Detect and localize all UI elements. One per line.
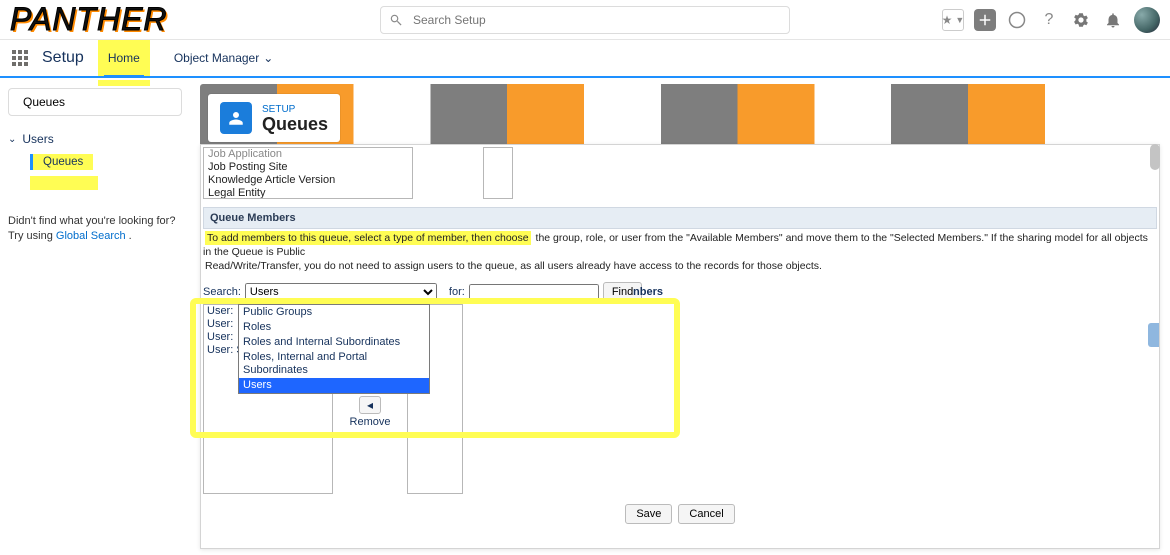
footer-buttons: Save Cancel [201,496,1159,534]
member-type-dropdown[interactable]: Public Groups Roles Roles and Internal S… [238,304,430,394]
tab-home[interactable]: Home [98,40,150,76]
section-queue-members: Queue Members [203,207,1157,229]
list-item[interactable]: Knowledge Article Version [204,174,412,187]
list-item[interactable]: Job Application [204,148,412,161]
list-item[interactable]: Legal Entity [204,187,412,199]
search-icon [389,13,403,27]
global-search-link[interactable]: Global Search [56,230,126,242]
queues-icon [220,102,252,134]
chevron-down-icon: ▼ [955,15,964,25]
not-found-line2a: Try using [8,230,56,242]
tree-node-users[interactable]: ⌄ Users [8,130,182,148]
scrollbar[interactable] [1148,144,1160,549]
tree-node-queues[interactable]: Queues [30,154,93,170]
salesforce-help-icon[interactable] [1006,9,1028,31]
list-item[interactable]: Job Posting Site [204,161,412,174]
setup-sidebar: ⌄ Users Queues Didn't find what you're l… [0,78,190,555]
chevron-down-icon: ⌄ [8,134,16,145]
selected-objects-list[interactable] [483,147,513,199]
context-bar: Setup Home Object Manager ⌄ [0,40,1170,78]
app-logo: PANTHER [10,1,168,38]
dropdown-option[interactable]: Roles, Internal and Portal Subordinates [239,350,429,378]
scroll-thumb[interactable] [1150,144,1160,170]
highlight-mark [30,176,98,190]
cancel-button[interactable]: Cancel [678,504,734,524]
add-icon[interactable] [974,9,996,31]
dropdown-option-selected[interactable]: Users [239,378,429,393]
dropdown-option[interactable]: Roles and Internal Subordinates [239,335,429,350]
tab-object-manager-label: Object Manager [174,51,259,65]
tree-node-queues-label: Queues [43,156,83,168]
quick-find[interactable] [8,88,182,116]
members-zone: User: User: User: User: Security Control… [203,304,1157,494]
help-icon[interactable]: ? [1038,9,1060,31]
main-content: SETUP Queues Job Application Job Posting… [190,78,1170,555]
star-icon: ★ [942,13,953,27]
for-label: for: [449,286,465,298]
tab-object-manager[interactable]: Object Manager ⌄ [164,40,283,76]
search-setup-container[interactable] [380,6,790,34]
selected-members-header-partial: nbers [603,286,663,298]
tree-node-users-label: Users [22,132,53,146]
notifications-icon[interactable] [1102,9,1124,31]
dropdown-option[interactable]: Public Groups [239,305,429,320]
setup-gear-icon[interactable] [1070,9,1092,31]
page-eyebrow: SETUP [262,104,328,115]
queue-members-help-highlight: To add members to this queue, select a t… [205,231,531,245]
search-label: Search: [203,286,241,298]
chevron-down-icon: ⌄ [263,51,273,65]
remove-label: Remove [350,416,391,428]
page-header-card: SETUP Queues [208,94,340,142]
page-title: Queues [262,115,328,133]
detail-panel: Job Application Job Posting Site Knowled… [200,144,1160,549]
favorites-menu[interactable]: ★ ▼ [942,9,964,31]
quick-find-input[interactable] [21,94,180,110]
app-launcher-icon[interactable] [12,50,28,66]
not-found-hint: Didn't find what you're looking for? Try… [8,214,182,245]
header-icons: ★ ▼ ? [942,7,1160,33]
context-app-name: Setup [42,49,84,67]
dropdown-option[interactable]: Roles [239,320,429,335]
queue-members-help-rest2: Read/Write/Transfer, you do not need to … [203,259,1157,275]
not-found-line1: Didn't find what you're looking for? [8,215,175,227]
tab-home-label: Home [108,51,140,65]
save-button[interactable]: Save [625,504,672,524]
search-setup-input[interactable] [411,12,781,28]
supported-objects-list[interactable]: Job Application Job Posting Site Knowled… [203,147,413,199]
page-header: SETUP Queues [200,84,1160,152]
user-avatar[interactable] [1134,7,1160,33]
member-search-row: Search: Users for: Find [203,282,1157,302]
member-type-select[interactable]: Users [245,283,437,301]
remove-button[interactable]: ◂ [359,396,381,414]
not-found-line2b: . [129,230,132,242]
member-search-input[interactable] [469,284,599,300]
global-header: PANTHER ★ ▼ ? [0,0,1170,40]
setup-tree: ⌄ Users Queues [8,130,182,190]
